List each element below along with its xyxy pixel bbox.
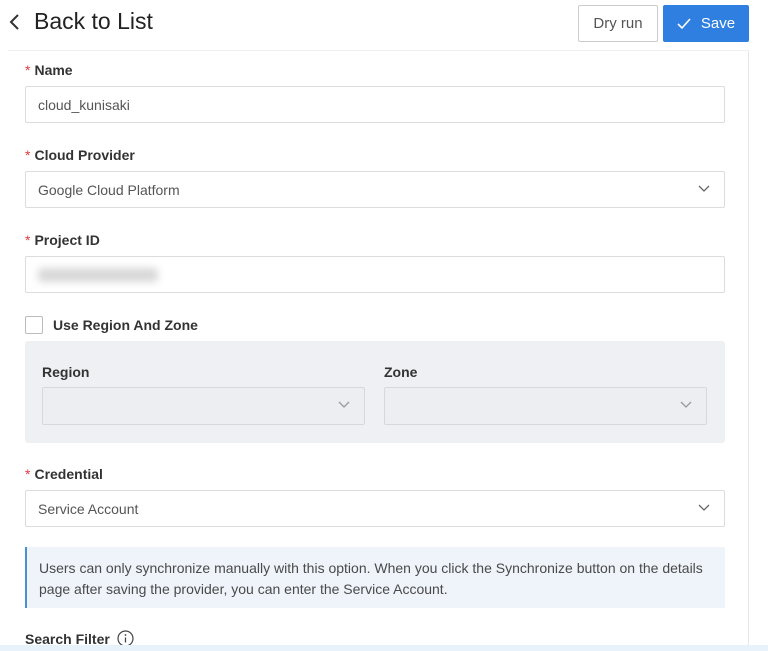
back-to-list-link[interactable]: Back to List bbox=[8, 8, 153, 35]
cloud-provider-value: Google Cloud Platform bbox=[38, 181, 180, 198]
back-label: Back to List bbox=[34, 8, 153, 34]
save-label: Save bbox=[700, 15, 736, 32]
page-header: Back to List Dry run Save bbox=[0, 0, 768, 50]
use-region-zone-checkbox[interactable] bbox=[25, 316, 43, 334]
credential-value: Service Account bbox=[38, 500, 139, 517]
zone-label: Zone bbox=[384, 364, 418, 380]
use-region-zone-label: Use Region And Zone bbox=[53, 317, 198, 333]
chevron-down-icon bbox=[698, 185, 710, 192]
cloud-provider-label: * Cloud Provider bbox=[25, 147, 135, 163]
project-id-input[interactable] bbox=[25, 256, 725, 293]
chevron-down-icon bbox=[698, 504, 710, 511]
redacted-value bbox=[38, 267, 158, 282]
zone-select[interactable] bbox=[384, 387, 707, 425]
chevron-left-icon bbox=[9, 13, 19, 30]
cloud-provider-label-text: Cloud Provider bbox=[34, 147, 135, 163]
cloud-provider-select[interactable]: Google Cloud Platform bbox=[25, 171, 725, 208]
required-marker: * bbox=[25, 62, 31, 78]
name-value: cloud_kunisaki bbox=[38, 96, 130, 113]
name-label-text: Name bbox=[34, 62, 73, 78]
save-button[interactable]: Save bbox=[663, 5, 749, 42]
chevron-down-icon bbox=[338, 401, 350, 408]
project-id-label: * Project ID bbox=[25, 232, 100, 248]
credential-label-text: Credential bbox=[34, 466, 103, 482]
region-select[interactable] bbox=[42, 387, 365, 425]
credential-label: * Credential bbox=[25, 466, 103, 482]
info-notice: Users can only synchronize manually with… bbox=[25, 547, 725, 608]
name-label: * Name bbox=[25, 62, 73, 78]
region-zone-panel: Region Zone bbox=[25, 341, 725, 443]
bottom-bar bbox=[0, 645, 768, 651]
required-marker: * bbox=[25, 232, 31, 248]
chevron-down-icon bbox=[680, 401, 692, 408]
project-id-label-text: Project ID bbox=[34, 232, 100, 248]
required-marker: * bbox=[25, 466, 31, 482]
region-label: Region bbox=[42, 364, 90, 380]
credential-select[interactable]: Service Account bbox=[25, 490, 725, 527]
name-input[interactable]: cloud_kunisaki bbox=[25, 86, 725, 123]
required-marker: * bbox=[25, 147, 31, 163]
dry-run-button[interactable]: Dry run bbox=[578, 5, 658, 42]
check-icon bbox=[677, 17, 691, 29]
